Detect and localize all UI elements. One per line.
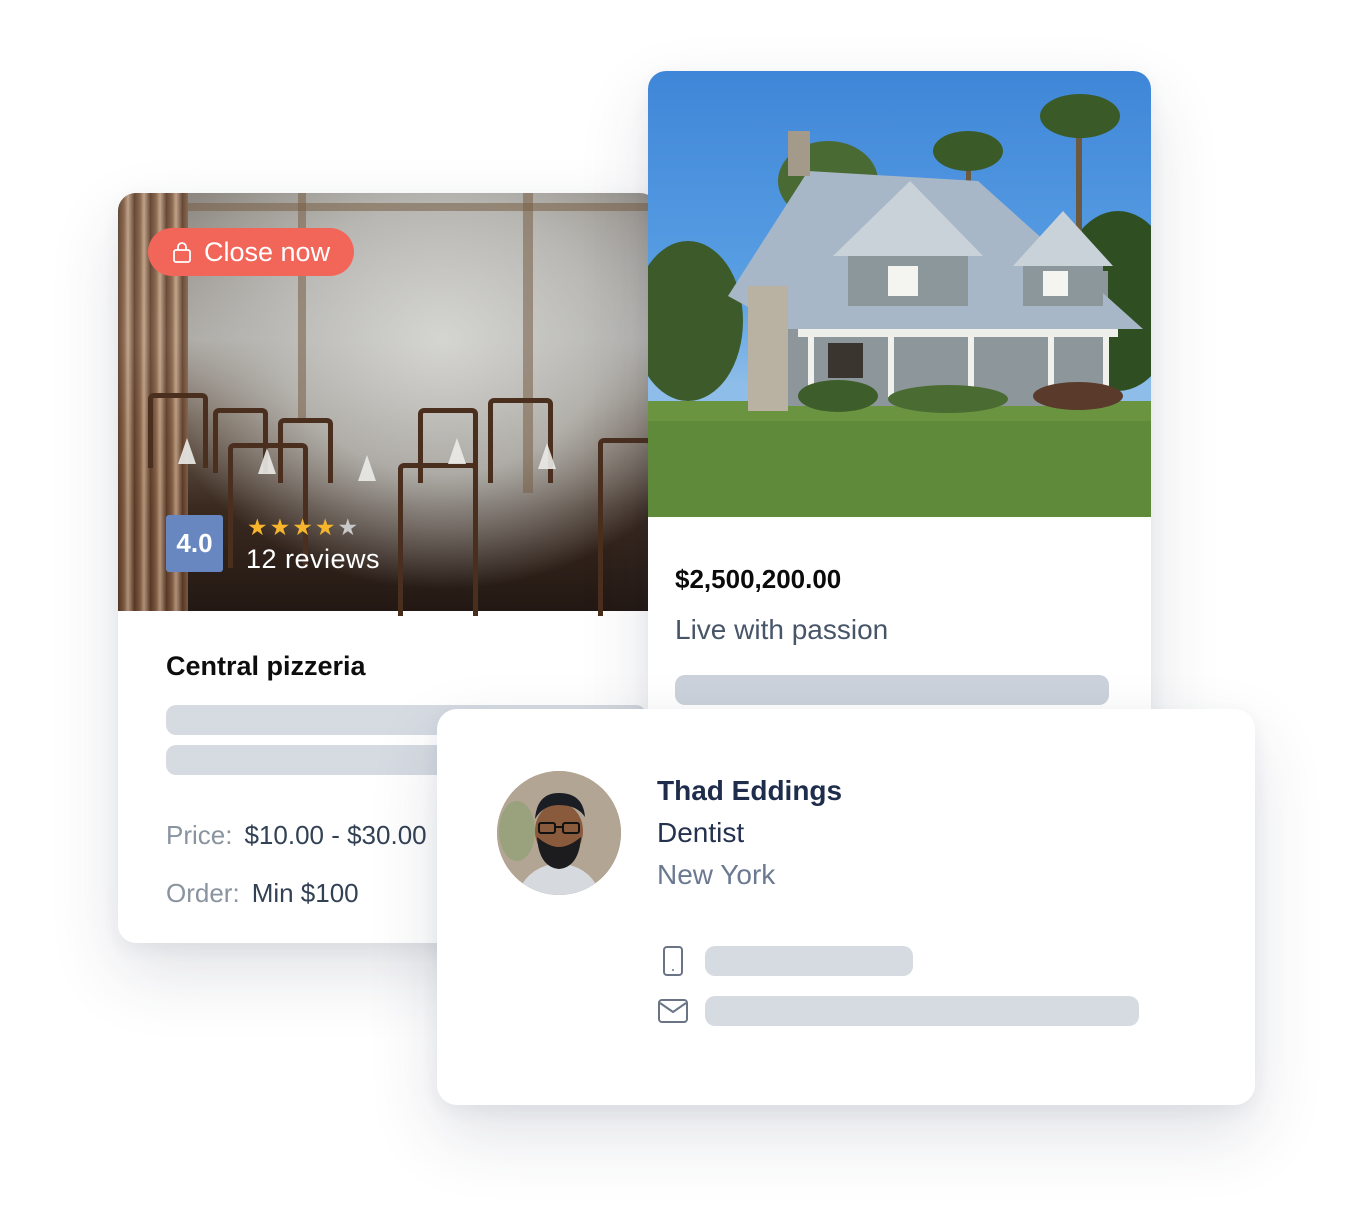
star-filled-icon: ★ bbox=[269, 514, 291, 540]
email-skeleton bbox=[705, 996, 1139, 1026]
chair bbox=[598, 438, 653, 616]
star-filled-icon: ★ bbox=[292, 514, 313, 540]
house-photo bbox=[648, 71, 1151, 517]
person-role: Dentist bbox=[657, 817, 745, 848]
price-value: $10.00 - $30.00 bbox=[244, 820, 427, 850]
avatar-photo bbox=[497, 771, 621, 895]
chair bbox=[398, 463, 478, 616]
star-filled-icon: ★ bbox=[247, 514, 268, 540]
property-tagline: Live with passion bbox=[675, 614, 889, 645]
napkin bbox=[258, 448, 276, 474]
property-price: $2,500,200.00 bbox=[675, 564, 842, 594]
mail-icon bbox=[658, 999, 688, 1023]
price-label: Price: bbox=[166, 820, 233, 850]
status-label: Close now bbox=[204, 236, 331, 267]
order-value: Min $100 bbox=[251, 878, 359, 908]
napkin bbox=[358, 455, 376, 481]
napkin bbox=[178, 438, 196, 464]
lock-icon bbox=[173, 242, 191, 263]
phone-skeleton bbox=[705, 946, 913, 976]
order-label: Order: bbox=[166, 878, 240, 908]
house-illustration bbox=[648, 94, 1151, 517]
napkin bbox=[538, 443, 556, 469]
restaurant-title[interactable]: Central pizzeria bbox=[166, 651, 366, 682]
chair bbox=[488, 398, 553, 483]
status-badge: Close now bbox=[148, 228, 355, 276]
reviews-count[interactable]: 12 reviews bbox=[246, 544, 380, 575]
rating-score: 4.0 bbox=[166, 515, 223, 572]
person-location: New York bbox=[657, 859, 776, 890]
napkin bbox=[448, 438, 466, 464]
star-filled-icon: ★ bbox=[314, 514, 336, 540]
star-rating: ★ ★ ★ ★ ★ bbox=[247, 515, 358, 539]
phone-icon bbox=[663, 946, 683, 976]
profile-card[interactable]: Thad Eddings Dentist New York bbox=[437, 709, 1255, 1105]
window-frame bbox=[188, 203, 658, 211]
order-row: Order: Min $100 bbox=[166, 878, 359, 909]
avatar[interactable] bbox=[497, 771, 621, 895]
restaurant-photo: Close now 4.0 ★ ★ ★ ★ ★ 12 reviews bbox=[118, 193, 658, 616]
person-name[interactable]: Thad Eddings bbox=[657, 775, 842, 807]
skeleton-line bbox=[675, 675, 1109, 705]
star-empty-icon: ★ bbox=[337, 514, 359, 540]
property-card[interactable]: $2,500,200.00 Live with passion bbox=[648, 71, 1151, 731]
price-row: Price: $10.00 - $30.00 bbox=[166, 820, 427, 851]
